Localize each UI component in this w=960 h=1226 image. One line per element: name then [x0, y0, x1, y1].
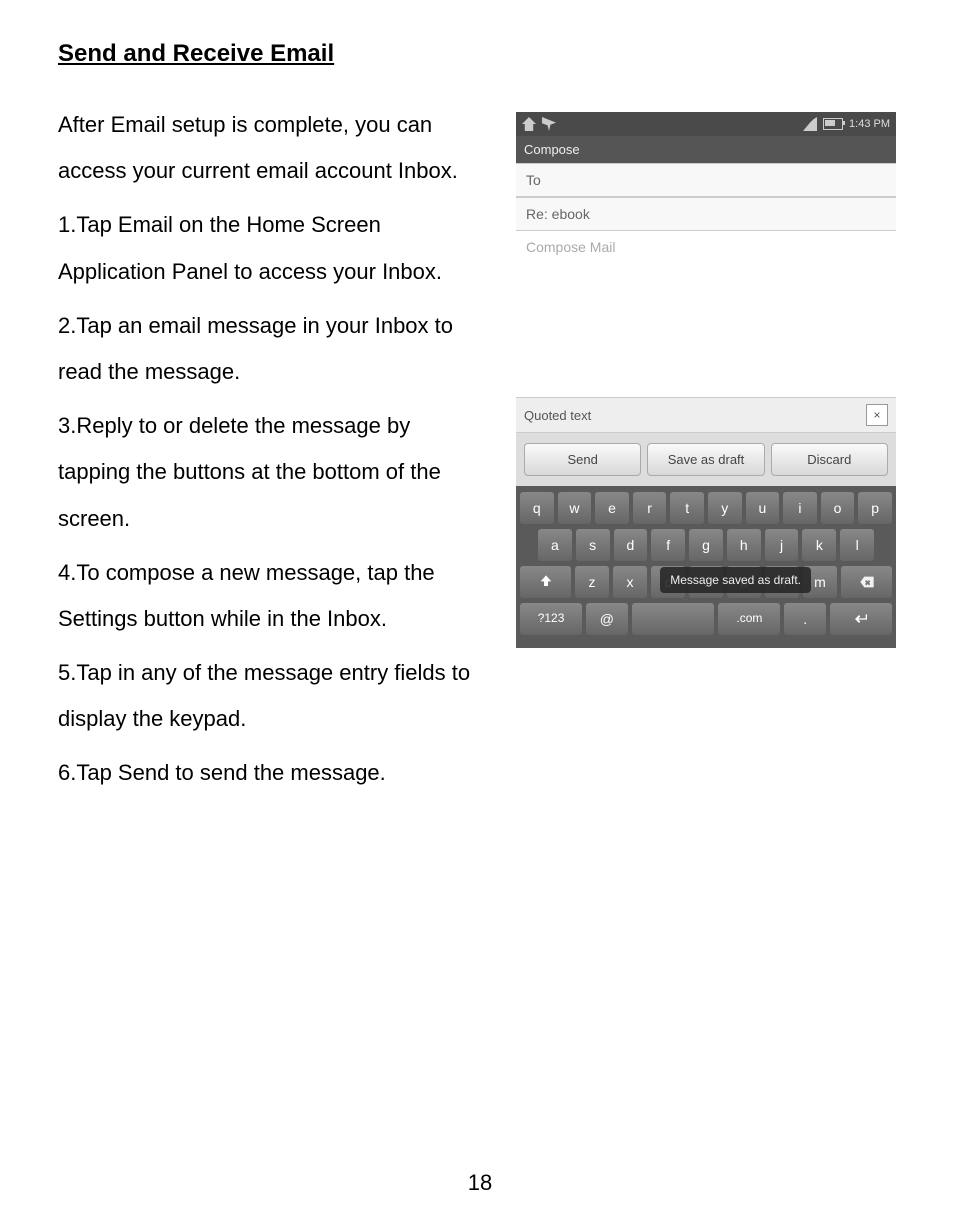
action-button-row: Send Save as draft Discard: [516, 433, 896, 486]
key-p[interactable]: p: [858, 492, 892, 524]
symbols-key[interactable]: ?123: [520, 603, 582, 635]
key-r[interactable]: r: [633, 492, 667, 524]
key-y[interactable]: y: [708, 492, 742, 524]
keyboard-row-4: ?123 @ .com .: [520, 603, 892, 635]
key-l[interactable]: l: [840, 529, 874, 561]
key-w[interactable]: w: [558, 492, 592, 524]
status-clock: 1:43 PM: [849, 118, 890, 130]
toast-message: Message saved as draft.: [660, 567, 811, 593]
page-number: 18: [0, 1170, 960, 1196]
shift-icon: [538, 574, 554, 590]
step-2: 2.Tap an email message in your Inbox to …: [58, 303, 488, 395]
keyboard-row-2: a s d f g h j k l: [520, 529, 892, 561]
backspace-key[interactable]: [841, 566, 892, 598]
key-k[interactable]: k: [802, 529, 836, 561]
key-j[interactable]: j: [765, 529, 799, 561]
to-field[interactable]: To: [516, 163, 896, 197]
status-bar: 1:43 PM: [516, 112, 896, 136]
key-g[interactable]: g: [689, 529, 723, 561]
key-d[interactable]: d: [614, 529, 648, 561]
close-icon[interactable]: ×: [866, 404, 888, 426]
compose-body[interactable]: Compose Mail: [516, 231, 896, 398]
intro-text: After Email setup is complete, you can a…: [58, 102, 488, 194]
key-z[interactable]: z: [575, 566, 609, 598]
save-draft-button[interactable]: Save as draft: [647, 443, 764, 476]
subject-field[interactable]: Re: ebook: [516, 197, 896, 231]
discard-button[interactable]: Discard: [771, 443, 888, 476]
step-6: 6.Tap Send to send the message.: [58, 750, 488, 796]
key-s[interactable]: s: [576, 529, 610, 561]
step-1: 1.Tap Email on the Home Screen Applicati…: [58, 202, 488, 294]
key-o[interactable]: o: [821, 492, 855, 524]
key-a[interactable]: a: [538, 529, 572, 561]
step-4: 4.To compose a new message, tap the Sett…: [58, 550, 488, 642]
enter-icon: [853, 611, 869, 627]
key-x[interactable]: x: [613, 566, 647, 598]
compose-title: Compose: [516, 136, 896, 163]
key-f[interactable]: f: [651, 529, 685, 561]
dotcom-key[interactable]: .com: [718, 603, 780, 635]
home-icon: [522, 117, 536, 131]
battery-icon: [823, 118, 843, 130]
backspace-icon: [859, 574, 875, 590]
section-heading: Send and Receive Email: [58, 40, 902, 68]
quoted-text-label: Quoted text: [524, 408, 591, 423]
at-key[interactable]: @: [586, 603, 627, 635]
step-5: 5.Tap in any of the message entry fields…: [58, 650, 488, 742]
key-q[interactable]: q: [520, 492, 554, 524]
step-3: 3.Reply to or delete the message by tapp…: [58, 403, 488, 542]
period-key[interactable]: .: [784, 603, 825, 635]
key-u[interactable]: u: [746, 492, 780, 524]
key-e[interactable]: e: [595, 492, 629, 524]
key-t[interactable]: t: [670, 492, 704, 524]
signal-icon: [803, 117, 817, 131]
quoted-text-row: Quoted text ×: [516, 398, 896, 433]
shift-key[interactable]: [520, 566, 571, 598]
on-screen-keyboard: q w e r t y u i o p a s d: [516, 486, 896, 648]
phone-screenshot: 1:43 PM Compose To Re: ebook Compose Mai…: [516, 112, 896, 805]
keyboard-row-1: q w e r t y u i o p: [520, 492, 892, 524]
key-h[interactable]: h: [727, 529, 761, 561]
send-button[interactable]: Send: [524, 443, 641, 476]
space-key[interactable]: [632, 603, 715, 635]
instructions-column: After Email setup is complete, you can a…: [58, 102, 488, 805]
send-icon: [542, 117, 556, 131]
key-i[interactable]: i: [783, 492, 817, 524]
enter-key[interactable]: [830, 603, 892, 635]
